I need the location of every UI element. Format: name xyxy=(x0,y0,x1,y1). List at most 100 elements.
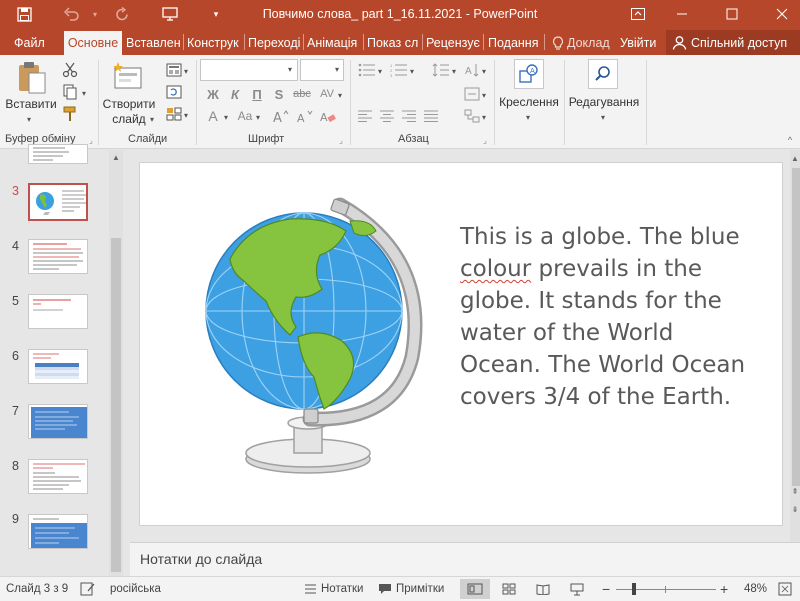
globe-image[interactable] xyxy=(200,197,430,497)
align-right-icon[interactable] xyxy=(400,107,418,125)
format-painter-icon[interactable] xyxy=(60,105,80,123)
layout-icon[interactable] xyxy=(164,61,184,79)
close-icon[interactable] xyxy=(760,0,800,28)
slide-thumbnail-8[interactable] xyxy=(28,459,88,494)
new-slide-dropdown-icon[interactable]: ▾ xyxy=(150,115,154,124)
slide-text-box[interactable]: This is a globe. The blue colour prevail… xyxy=(460,221,760,413)
slide-scroll-thumb[interactable] xyxy=(792,168,800,486)
bullets-dropdown-icon[interactable]: ▾ xyxy=(378,67,382,76)
sign-in-link[interactable]: Увійти xyxy=(618,31,658,55)
undo-dropdown-icon[interactable]: ▾ xyxy=(88,3,102,25)
justify-icon[interactable] xyxy=(422,107,440,125)
notes-pane[interactable]: Нотатки до слайда xyxy=(130,542,800,576)
numbering-icon[interactable]: 123 xyxy=(388,61,410,79)
editing-dropdown-icon[interactable]: ▾ xyxy=(601,113,605,122)
align-text-icon[interactable] xyxy=(462,85,482,103)
character-spacing-dropdown-icon[interactable]: ▾ xyxy=(338,91,342,100)
collapse-ribbon-icon[interactable]: ^ xyxy=(784,135,796,145)
paragraph-launcher-icon[interactable]: ⌟ xyxy=(480,135,490,145)
bold-button[interactable]: Ж xyxy=(204,85,222,103)
paste-dropdown-icon[interactable]: ▾ xyxy=(27,115,31,124)
next-slide-icon[interactable]: ⇟ xyxy=(790,504,800,514)
tab-tell-me[interactable]: Доклад xyxy=(550,31,612,55)
tab-transitions[interactable]: Переході xyxy=(246,31,302,55)
italic-button[interactable]: К xyxy=(226,85,244,103)
zoom-slider-thumb[interactable] xyxy=(632,583,636,595)
drawing-dropdown-icon[interactable]: ▾ xyxy=(526,113,530,122)
text-direction-dropdown-icon[interactable]: ▾ xyxy=(482,67,486,76)
spell-check-icon[interactable] xyxy=(80,577,96,601)
text-direction-icon[interactable]: A xyxy=(462,61,482,79)
align-center-icon[interactable] xyxy=(378,107,396,125)
align-left-icon[interactable] xyxy=(356,107,374,125)
copy-icon[interactable] xyxy=(60,83,80,101)
section-icon[interactable] xyxy=(164,105,184,123)
thumbnails-scroll-thumb[interactable] xyxy=(111,238,121,572)
zoom-level[interactable]: 48% xyxy=(744,577,767,601)
increase-font-size-icon[interactable]: A xyxy=(272,107,290,125)
smartart-icon[interactable] xyxy=(462,107,482,125)
zoom-in-button[interactable]: + xyxy=(720,577,728,601)
slide-thumbnail-5[interactable] xyxy=(28,294,88,329)
tab-home[interactable]: Основне xyxy=(64,31,122,55)
new-slide-icon[interactable] xyxy=(112,59,146,95)
redo-icon[interactable] xyxy=(110,3,134,25)
editing-search-icon[interactable] xyxy=(588,59,618,89)
cut-icon[interactable] xyxy=(60,61,80,79)
notes-toggle-button[interactable]: Нотатки xyxy=(304,577,363,601)
reading-view-button[interactable] xyxy=(528,579,558,599)
numbering-dropdown-icon[interactable]: ▾ xyxy=(410,67,414,76)
slide-thumbnail-partial[interactable] xyxy=(28,144,88,164)
normal-view-button[interactable] xyxy=(460,579,490,599)
font-name-dropdown-icon[interactable]: ▾ xyxy=(288,65,292,74)
tab-review[interactable]: Рецензує xyxy=(424,31,482,55)
font-color-button[interactable]: A xyxy=(204,107,222,125)
font-name-combo[interactable] xyxy=(200,59,298,81)
slide-thumbnail-3[interactable] xyxy=(28,183,88,221)
slide-sorter-button[interactable] xyxy=(494,579,524,599)
shapes-icon[interactable]: A xyxy=(514,59,544,89)
character-spacing-button[interactable]: AV xyxy=(316,85,338,103)
slide-thumbnail-7[interactable] xyxy=(28,404,88,439)
slide-thumbnail-9[interactable] xyxy=(28,514,88,549)
tab-insert[interactable]: Вставлен xyxy=(124,31,182,55)
scroll-up-icon[interactable]: ▲ xyxy=(790,152,800,164)
slideshow-button[interactable] xyxy=(562,579,592,599)
line-spacing-icon[interactable] xyxy=(430,61,452,79)
shadow-button[interactable]: S xyxy=(270,85,288,103)
drawing-label[interactable]: Креслення xyxy=(496,95,562,109)
smartart-dropdown-icon[interactable]: ▾ xyxy=(482,113,486,122)
ribbon-display-options-icon[interactable] xyxy=(616,0,660,28)
tab-slideshow[interactable]: Показ сл xyxy=(365,31,421,55)
tab-design[interactable]: Конструк xyxy=(185,31,242,55)
tab-animations[interactable]: Анімація xyxy=(305,31,362,55)
customize-toolbar-icon[interactable]: ▾ xyxy=(208,3,224,25)
language-indicator[interactable]: російська xyxy=(110,577,161,601)
font-size-dropdown-icon[interactable]: ▾ xyxy=(335,65,339,74)
undo-icon[interactable] xyxy=(60,3,84,25)
slide-thumbnail-6[interactable] xyxy=(28,349,88,384)
paste-icon[interactable] xyxy=(14,59,50,97)
decrease-font-size-icon[interactable]: A xyxy=(296,107,314,125)
line-spacing-dropdown-icon[interactable]: ▾ xyxy=(452,67,456,76)
zoom-slider-track[interactable] xyxy=(616,589,716,590)
clear-formatting-icon[interactable]: A xyxy=(318,107,338,125)
change-case-dropdown-icon[interactable]: ▾ xyxy=(256,113,260,122)
minimize-icon[interactable] xyxy=(660,0,704,28)
slide-thumbnail-4[interactable] xyxy=(28,239,88,274)
save-icon[interactable] xyxy=(12,3,36,25)
tab-view[interactable]: Подання xyxy=(486,31,542,55)
change-case-button[interactable]: Aa xyxy=(234,107,256,125)
slideshow-start-icon[interactable] xyxy=(158,3,182,25)
section-dropdown-icon[interactable]: ▾ xyxy=(184,111,188,120)
comments-toggle-button[interactable]: Примітки xyxy=(378,577,444,601)
share-button[interactable]: Спільний доступ xyxy=(666,30,800,55)
scroll-up-icon[interactable]: ▲ xyxy=(109,150,123,164)
editing-label[interactable]: Редагування xyxy=(564,95,644,109)
font-launcher-icon[interactable]: ⌟ xyxy=(336,135,346,145)
align-text-dropdown-icon[interactable]: ▾ xyxy=(482,91,486,100)
maximize-icon[interactable] xyxy=(710,0,754,28)
slide-canvas[interactable]: This is a globe. The blue colour prevail… xyxy=(140,163,782,525)
previous-slide-icon[interactable]: ⇞ xyxy=(790,486,800,496)
strikethrough-button[interactable]: abc xyxy=(290,85,314,103)
